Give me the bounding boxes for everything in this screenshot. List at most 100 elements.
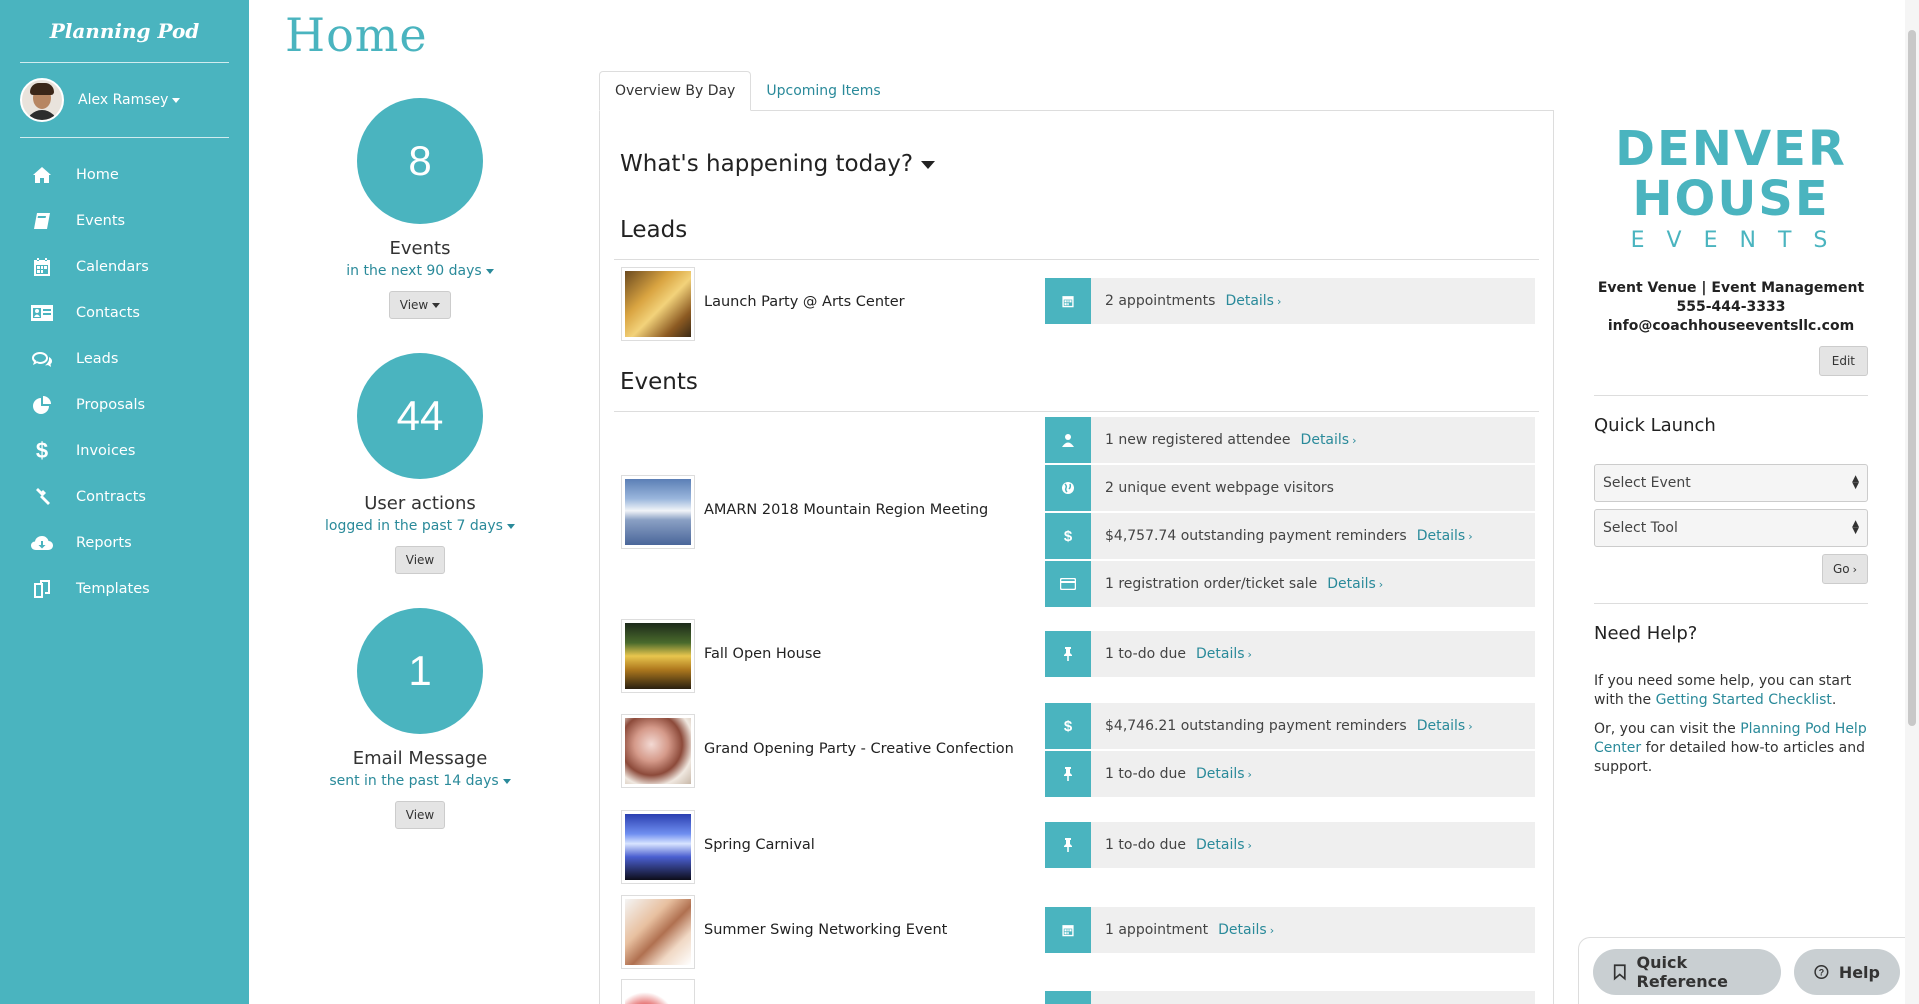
- item-text: 1 to-do due: [1105, 837, 1186, 853]
- bottom-help-bar: Quick Reference ? Help: [1578, 937, 1919, 1004]
- sidebar-item-reports[interactable]: Reports: [0, 520, 249, 566]
- event-name[interactable]: AMARN 2018 Mountain Region Meeting: [704, 502, 988, 518]
- event-thumbnail[interactable]: [621, 810, 695, 884]
- view-button[interactable]: View: [394, 546, 446, 574]
- go-button[interactable]: Go ›: [1821, 554, 1868, 584]
- details-link[interactable]: Details ›: [1225, 293, 1281, 309]
- event-name[interactable]: Fall Open House: [704, 646, 821, 662]
- help-text-2: Or, you can visit the Planning Pod Help …: [1594, 721, 1867, 775]
- sidebar-item-label: Contracts: [76, 489, 146, 505]
- company-email: info@coachhouseeventsllc.com: [1607, 318, 1855, 334]
- details-link[interactable]: Details ›: [1301, 432, 1357, 448]
- details-link[interactable]: Details ›: [1196, 766, 1252, 782]
- event-name[interactable]: Summer Swing Networking Event: [704, 922, 947, 938]
- stat-range-dropdown[interactable]: sent in the past 14 days: [329, 773, 511, 789]
- svg-text:?: ?: [1819, 967, 1824, 977]
- sidebar-item-events[interactable]: Events: [0, 198, 249, 244]
- scrollbar-thumb[interactable]: [1908, 30, 1916, 726]
- company-info: Event Venue | Event Management 555-444-3…: [1594, 279, 1868, 336]
- item-icon: [1045, 991, 1091, 1004]
- details-link[interactable]: Details ›: [1196, 837, 1252, 853]
- chevron-right-icon: ›: [1852, 562, 1857, 576]
- calendar-icon: [1045, 278, 1091, 324]
- day-selector-dropdown[interactable]: What's happening today?: [620, 151, 936, 177]
- sidebar-item-label: Calendars: [76, 259, 149, 275]
- tab-overview-by-day[interactable]: Overview By Day: [599, 71, 752, 111]
- page-scrollbar[interactable]: [1905, 0, 1919, 1004]
- edit-button[interactable]: Edit: [1818, 346, 1868, 376]
- view-button[interactable]: View: [388, 291, 452, 319]
- select-event-dropdown[interactable]: Select Event ▲ ▼: [1594, 464, 1868, 502]
- details-link[interactable]: Details ›: [1417, 528, 1473, 544]
- event-thumbnail[interactable]: [621, 475, 695, 549]
- question-circle-icon: ?: [1814, 964, 1829, 980]
- sidebar-item-invoices[interactable]: $ Invoices: [0, 428, 249, 474]
- event-item: 1 to-do due Details ›: [1045, 631, 1535, 677]
- globe-icon: [1045, 465, 1091, 511]
- details-link[interactable]: Details ›: [1327, 576, 1383, 592]
- user-name[interactable]: Alex Ramsey: [78, 92, 181, 108]
- item-text: 1 new registered attendee: [1105, 432, 1291, 448]
- select-tool-dropdown[interactable]: Select Tool ▲ ▼: [1594, 509, 1868, 547]
- sidebar-item-label: Events: [76, 213, 126, 229]
- stat-range-dropdown[interactable]: logged in the past 7 days: [325, 518, 515, 534]
- avatar: [20, 78, 64, 122]
- item-text: 2 unique event webpage visitors: [1105, 480, 1334, 496]
- company-phone: 555-444-3333: [1676, 299, 1786, 315]
- quick-reference-button[interactable]: Quick Reference: [1593, 949, 1781, 995]
- sidebar-item-leads[interactable]: Leads: [0, 336, 249, 382]
- sidebar-item-proposals[interactable]: Proposals: [0, 382, 249, 428]
- chevron-down-icon: [921, 160, 936, 169]
- gavel-icon: [30, 487, 54, 507]
- event-thumbnail[interactable]: [621, 895, 695, 969]
- chevron-down-icon: [485, 268, 494, 274]
- event-name[interactable]: Spring Carnival: [704, 837, 815, 853]
- event-item: 1 to-do due Details ›: [1045, 822, 1535, 868]
- cloud-download-icon: [30, 533, 54, 553]
- leads-icon: [30, 349, 54, 369]
- event-thumbnail[interactable]: [621, 979, 695, 1004]
- sidebar-item-home[interactable]: Home: [0, 152, 249, 198]
- sidebar-item-templates[interactable]: Templates: [0, 566, 249, 612]
- sidebar-item-contacts[interactable]: Contacts: [0, 290, 249, 336]
- item-text: $4,746.21 outstanding payment reminders: [1105, 718, 1407, 734]
- event-name[interactable]: Grand Opening Party - Creative Confectio…: [704, 741, 1014, 757]
- sidebar-item-label: Contacts: [76, 305, 140, 321]
- tab-upcoming-items[interactable]: Upcoming Items: [751, 71, 895, 111]
- help-button[interactable]: ? Help: [1794, 949, 1900, 995]
- lead-thumbnail[interactable]: [621, 267, 695, 341]
- user-menu[interactable]: Alex Ramsey: [0, 63, 249, 137]
- event-thumbnail[interactable]: [621, 714, 695, 788]
- view-button[interactable]: View: [394, 801, 446, 829]
- item-text: $4,757.74 outstanding payment reminders: [1105, 528, 1407, 544]
- event-item: $ $4,746.21 outstanding payment reminder…: [1045, 703, 1535, 749]
- dollar-icon: $: [1045, 703, 1091, 749]
- event-item: [1045, 991, 1535, 1004]
- sort-arrows-icon: ▲ ▼: [1852, 474, 1859, 491]
- bookmark-icon: [1613, 964, 1626, 981]
- overview-tabs: Overview By Day Upcoming Items: [599, 71, 896, 111]
- details-link[interactable]: Details ›: [1196, 646, 1252, 662]
- help-title: Need Help?: [1594, 623, 1698, 644]
- details-link[interactable]: Details ›: [1417, 718, 1473, 734]
- item-text: 2 appointments: [1105, 293, 1216, 309]
- getting-started-link[interactable]: Getting Started Checklist: [1656, 692, 1832, 708]
- brand-logo[interactable]: Planning Pod: [0, 0, 249, 62]
- sidebar-item-calendars[interactable]: Calendars: [0, 244, 249, 290]
- lead-name[interactable]: Launch Party @ Arts Center: [704, 294, 905, 310]
- dollar-icon: $: [35, 438, 49, 463]
- event-thumbnail[interactable]: [621, 619, 695, 693]
- stat-label: User actions: [364, 493, 476, 514]
- chevron-right-icon: ›: [1378, 578, 1384, 591]
- stat-email-messages: 1 Email Message sent in the past 14 days…: [290, 608, 550, 829]
- home-icon: [30, 165, 54, 185]
- event-item: 1 to-do due Details ›: [1045, 751, 1535, 797]
- lead-item: 2 appointments Details ›: [1045, 278, 1535, 324]
- divider: [1594, 603, 1868, 604]
- details-link[interactable]: Details ›: [1218, 922, 1274, 938]
- stat-range-dropdown[interactable]: in the next 90 days: [346, 263, 494, 279]
- calendar-icon: [1045, 907, 1091, 953]
- sidebar: Planning Pod Alex Ramsey Home Events Cal…: [0, 0, 249, 1004]
- sidebar-item-contracts[interactable]: Contracts: [0, 474, 249, 520]
- item-text: 1 appointment: [1105, 922, 1209, 938]
